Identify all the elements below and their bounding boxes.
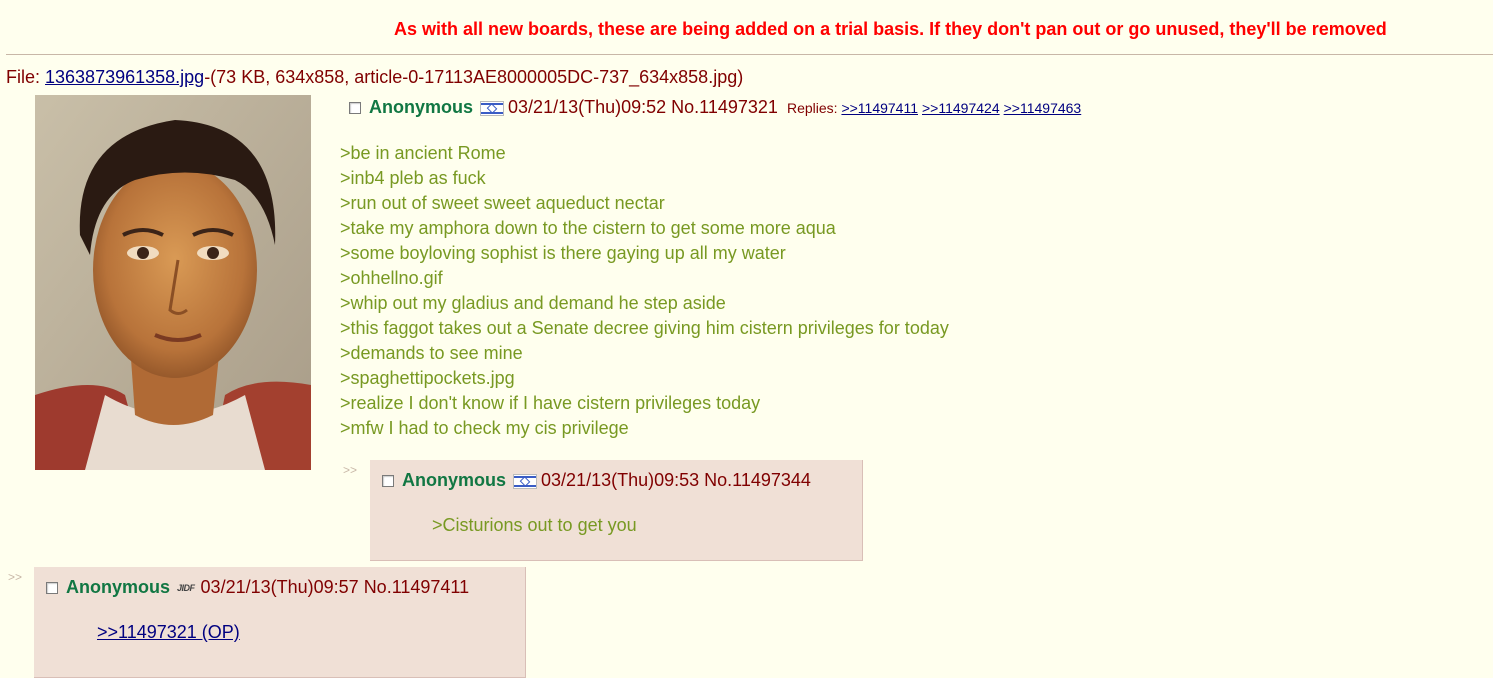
op-select-checkbox[interactable] (349, 102, 361, 115)
greentext-line: >spaghettipockets.jpg (340, 368, 515, 388)
greentext-line: >this faggot takes out a Senate decree g… (340, 318, 949, 338)
op-post-header: Anonymous 03/21/13(Thu)09:52 No.11497321… (349, 97, 1085, 118)
greentext-line: >realize I don't know if I have cistern … (340, 393, 761, 413)
post-datetime: 03/21/13(Thu)09:52 (508, 97, 667, 117)
reply-link[interactable]: >>11497411 (841, 100, 918, 116)
reply-arrows: >> (8, 570, 23, 584)
reply-link[interactable]: >>11497424 (922, 100, 1000, 116)
op-post-body: >be in ancient Rome >inb4 pleb as fuck >… (340, 141, 949, 441)
reply-header: Anonymous 03/21/13(Thu)09:53 No.11497344 (382, 470, 811, 491)
reply-header: Anonymous JIDF 03/21/13(Thu)09:57 No.1149… (46, 577, 469, 598)
greentext-line: >some boyloving sophist is there gaying … (340, 243, 786, 263)
file-info: File: 1363873961358.jpg-(73 KB, 634x858,… (6, 67, 743, 88)
greentext-line: >demands to see mine (340, 343, 523, 363)
greentext-line: >be in ancient Rome (340, 143, 506, 163)
divider (6, 54, 1493, 55)
reply-select-checkbox[interactable] (46, 582, 58, 595)
greentext-line: >run out of sweet sweet aqueduct nectar (340, 193, 665, 213)
israel-flag-icon (513, 473, 538, 489)
israel-flag-icon (480, 100, 505, 116)
greentext-line: >inb4 pleb as fuck (340, 168, 486, 188)
reply-link[interactable]: >>11497463 (1004, 100, 1082, 116)
reply-arrows: >> (343, 463, 358, 477)
post-datetime: 03/21/13(Thu)09:57 (200, 577, 359, 597)
op-thumbnail-image[interactable] (35, 95, 311, 470)
reply-post: Anonymous JIDF 03/21/13(Thu)09:57 No.1149… (34, 567, 526, 678)
poster-name: Anonymous (369, 97, 474, 117)
file-label: File: (6, 67, 46, 87)
greentext-line: >mfw I had to check my cis privilege (340, 418, 629, 438)
greentext-line: >ohhellno.gif (340, 268, 443, 288)
announcement-banner: As with all new boards, these are being … (394, 19, 1387, 39)
post-number[interactable]: No.11497411 (364, 577, 469, 597)
reply-post: Anonymous 03/21/13(Thu)09:53 No.11497344… (370, 460, 863, 561)
op-quote-link[interactable]: >>11497321 (OP) (97, 622, 240, 642)
post-number[interactable]: No.11497321 (671, 97, 778, 117)
greentext-line: >whip out my gladius and demand he step … (340, 293, 726, 313)
post-number[interactable]: No.11497344 (704, 470, 811, 490)
file-details: -(73 KB, 634x858, article-0-17113AE80000… (204, 67, 744, 87)
poster-name: Anonymous (66, 577, 171, 597)
file-link[interactable]: 1363873961358.jpg (45, 67, 204, 87)
greentext-line: >take my amphora down to the cistern to … (340, 218, 836, 238)
jidf-flag-icon: JIDF (177, 583, 195, 594)
reply-select-checkbox[interactable] (382, 475, 394, 488)
greentext-line: >Cisturions out to get you (432, 515, 637, 535)
replies-label: Replies: >>11497411 >>11497424 >>11497463 (786, 100, 1082, 116)
post-datetime: 03/21/13(Thu)09:53 (541, 470, 700, 490)
poster-name: Anonymous (402, 470, 507, 490)
